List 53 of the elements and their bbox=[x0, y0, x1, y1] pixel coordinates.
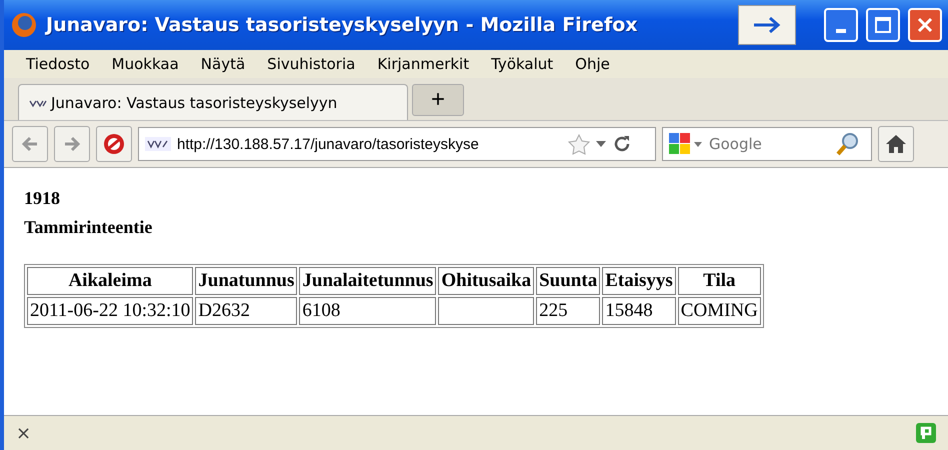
table-cell: D2632 bbox=[195, 297, 298, 325]
table-cell: 2011-06-22 10:32:10 bbox=[27, 297, 194, 325]
column-header: Aikaleima bbox=[27, 267, 194, 295]
menu-item[interactable]: Näytä bbox=[200, 55, 246, 73]
page-heading: Tammirinteentie bbox=[24, 217, 154, 238]
address-field[interactable]: http://130.188.57.17/junavaro/tasoristeyskyse bbox=[138, 127, 656, 161]
firefox-icon bbox=[10, 11, 38, 39]
maximize-button[interactable] bbox=[866, 8, 900, 42]
home-icon bbox=[885, 134, 907, 154]
back-icon bbox=[21, 135, 39, 153]
back-button[interactable] bbox=[12, 126, 48, 162]
search-engine-icon bbox=[667, 131, 703, 157]
table-cell: COMING bbox=[678, 297, 761, 325]
search-field[interactable]: Google bbox=[662, 127, 872, 161]
dropdown-icon[interactable] bbox=[596, 141, 606, 147]
column-header: Ohitusaika bbox=[438, 267, 534, 295]
menu-item[interactable]: Ohje bbox=[575, 55, 610, 73]
site-icon bbox=[145, 137, 171, 151]
close-icon bbox=[916, 16, 934, 34]
menu-item[interactable]: Sivuhistoria bbox=[267, 55, 356, 73]
menu-item[interactable]: Tiedosto bbox=[26, 55, 90, 73]
reload-icon[interactable] bbox=[612, 134, 632, 154]
home-button[interactable] bbox=[878, 126, 914, 162]
tab-label: Junavaro: Vastaus tasoristeyskyselyyn bbox=[51, 94, 338, 112]
table-cell: 225 bbox=[536, 297, 600, 325]
column-header: Etaisyys bbox=[602, 267, 676, 295]
column-header: Junalaitetunnus bbox=[299, 267, 436, 295]
table-cell: 15848 bbox=[602, 297, 676, 325]
forward-button[interactable] bbox=[54, 126, 90, 162]
window-title: Junavaro: Vastaus tasoristeyskyselyyn - Mozilla Firefox bbox=[46, 14, 639, 36]
menu-item[interactable]: Muokkaa bbox=[112, 55, 179, 73]
menu-item[interactable]: Työkalut bbox=[491, 55, 554, 73]
block-icon bbox=[102, 132, 126, 156]
page-heading: 1918 bbox=[24, 188, 61, 209]
close-button[interactable] bbox=[908, 8, 942, 42]
browser-tab[interactable]: Junavaro: Vastaus tasoristeyskyselyyn bbox=[18, 84, 408, 120]
search-icon[interactable] bbox=[835, 131, 861, 157]
column-header: Junatunnus bbox=[195, 267, 298, 295]
addon-icon bbox=[916, 423, 936, 443]
go-button[interactable] bbox=[738, 5, 796, 45]
minimize-button[interactable] bbox=[824, 8, 858, 42]
table-cell: 6108 bbox=[299, 297, 436, 325]
new-tab-button[interactable]: + bbox=[412, 84, 464, 116]
star-icon[interactable] bbox=[568, 133, 590, 155]
close-status-button[interactable]: × bbox=[16, 422, 32, 444]
arrow-icon bbox=[752, 15, 782, 35]
column-header: Tila bbox=[678, 267, 761, 295]
forward-icon bbox=[63, 135, 81, 153]
column-header: Suunta bbox=[536, 267, 600, 295]
menu-item[interactable]: Kirjanmerkit bbox=[377, 55, 470, 73]
minimize-icon bbox=[836, 29, 846, 33]
addon-button[interactable] bbox=[96, 126, 132, 162]
maximize-icon bbox=[874, 16, 892, 34]
